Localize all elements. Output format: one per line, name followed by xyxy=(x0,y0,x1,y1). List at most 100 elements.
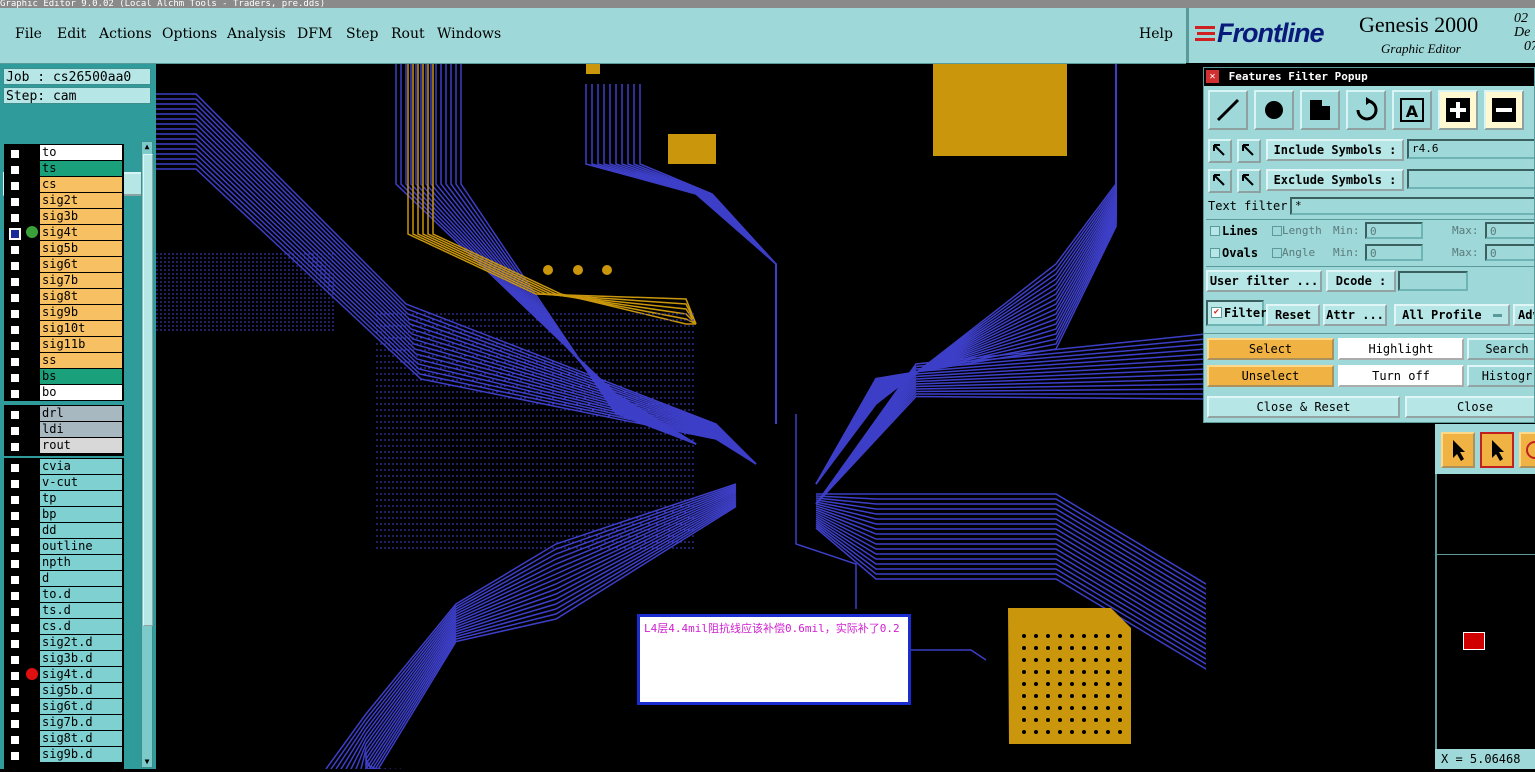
layer-row-cs[interactable]: cs xyxy=(6,177,124,193)
layer-checkbox[interactable] xyxy=(9,494,21,506)
layer-checkbox[interactable] xyxy=(9,292,21,304)
include-pick-button[interactable] xyxy=(1208,139,1232,163)
menu-dfm[interactable]: DFM xyxy=(297,26,332,42)
layer-checkbox[interactable] xyxy=(9,356,21,368)
menu-rout[interactable]: Rout xyxy=(391,26,425,42)
length-checkbox[interactable] xyxy=(1272,226,1282,236)
layer-checkbox[interactable] xyxy=(9,670,21,682)
layer-checkbox[interactable] xyxy=(9,228,21,240)
layer-name[interactable]: sig3b.d xyxy=(40,651,122,666)
layer-row-to[interactable]: to xyxy=(6,145,124,161)
surface-tool[interactable] xyxy=(1300,90,1340,130)
layer-name[interactable]: ss xyxy=(40,353,122,368)
menu-options[interactable]: Options xyxy=(162,26,217,42)
layer-row-drl[interactable]: drl xyxy=(6,406,124,422)
layer-checkbox[interactable] xyxy=(9,574,21,586)
layer-checkbox[interactable] xyxy=(9,388,21,400)
layer-name[interactable]: sig9b.d xyxy=(40,747,122,762)
all-profile-dropdown[interactable]: All Profile xyxy=(1394,304,1510,326)
menu-windows[interactable]: Windows xyxy=(437,26,501,42)
layer-checkbox[interactable] xyxy=(9,462,21,474)
layer-checkbox[interactable] xyxy=(9,425,21,437)
layer-checkbox[interactable] xyxy=(9,654,21,666)
layer-name[interactable]: sig7b xyxy=(40,273,122,288)
layer-checkbox[interactable] xyxy=(9,686,21,698)
filter-toggle[interactable]: ✔ Filter xyxy=(1206,300,1267,326)
layer-row-sig4t[interactable]: sig4t xyxy=(6,224,124,241)
layer-checkbox[interactable] xyxy=(9,340,21,352)
layer-row-sig2t[interactable]: sig2t xyxy=(6,193,124,209)
layer-checkbox[interactable] xyxy=(9,308,21,320)
layer-row-sig7b.d[interactable]: sig7b.d xyxy=(6,715,124,731)
exclude-list-button[interactable] xyxy=(1237,169,1261,193)
layer-row-sig2t.d[interactable]: sig2t.d xyxy=(6,635,124,651)
layer-name[interactable]: to.d xyxy=(40,587,122,602)
angle-checkbox[interactable] xyxy=(1272,248,1282,258)
layer-name[interactable]: sig2t.d xyxy=(40,635,122,650)
dcode-input[interactable] xyxy=(1398,271,1468,291)
menu-edit[interactable]: Edit xyxy=(57,26,86,42)
layer-checkbox[interactable] xyxy=(9,260,21,272)
layer-name[interactable]: bp xyxy=(40,507,122,522)
layer-name[interactable]: d xyxy=(40,571,122,586)
menu-analysis[interactable]: Analysis xyxy=(227,26,286,42)
layer-row-cs.d[interactable]: cs.d xyxy=(6,619,124,635)
layer-row-cvia[interactable]: cvia xyxy=(6,459,124,475)
layer-row-sig6t.d[interactable]: sig6t.d xyxy=(6,699,124,715)
layer-name[interactable]: v-cut xyxy=(40,475,122,490)
layer-name[interactable]: sig9b xyxy=(40,305,122,320)
layer-row-d[interactable]: d xyxy=(6,571,124,587)
text-filter-input[interactable]: * xyxy=(1290,197,1534,215)
layer-name[interactable]: cs xyxy=(40,177,122,192)
layer-checkbox[interactable] xyxy=(9,606,21,618)
layer-row-sig3b.d[interactable]: sig3b.d xyxy=(6,651,124,667)
layer-row-bs[interactable]: bs xyxy=(6,369,124,385)
layer-checkbox[interactable] xyxy=(9,478,21,490)
layer-row-v-cut[interactable]: v-cut xyxy=(6,475,124,491)
dcode-button[interactable]: Dcode : xyxy=(1326,270,1396,292)
layer-name[interactable]: sig4t xyxy=(39,224,123,241)
length-min-input[interactable]: 0 xyxy=(1365,222,1423,239)
advanced-button[interactable]: Adv xyxy=(1513,304,1534,326)
layer-row-sig4t.d[interactable]: sig4t.d xyxy=(6,667,124,683)
layer-checkbox[interactable] xyxy=(9,526,21,538)
layer-checkbox[interactable] xyxy=(9,244,21,256)
layer-row-tp[interactable]: tp xyxy=(6,491,124,507)
layer-checkbox[interactable] xyxy=(9,276,21,288)
layer-row-sig8t.d[interactable]: sig8t.d xyxy=(6,731,124,747)
layer-row-ldi[interactable]: ldi xyxy=(6,422,124,438)
annotation-note[interactable]: L4层4.4mil阻抗线应该补偿0.6mil，实际补了0.2 xyxy=(637,614,911,705)
arc-tool[interactable] xyxy=(1346,90,1386,130)
attr-button[interactable]: Attr ... xyxy=(1323,304,1387,326)
layer-checkbox[interactable] xyxy=(9,542,21,554)
layer-checkbox[interactable] xyxy=(9,558,21,570)
exclude-symbols-button[interactable]: Exclude Symbols : xyxy=(1266,169,1404,191)
layer-name[interactable]: sig6t xyxy=(40,257,122,272)
scroll-down-icon[interactable]: ▼ xyxy=(142,757,152,767)
layer-name[interactable]: dd xyxy=(40,523,122,538)
layer-row-ts.d[interactable]: ts.d xyxy=(6,603,124,619)
menu-actions[interactable]: Actions xyxy=(99,26,152,42)
layer-checkbox[interactable] xyxy=(9,148,21,160)
reset-button[interactable]: Reset xyxy=(1266,304,1320,326)
layer-row-rout[interactable]: rout xyxy=(6,438,124,454)
layer-name[interactable]: tp xyxy=(40,491,122,506)
layer-checkbox[interactable] xyxy=(9,718,21,730)
exclude-symbols-input[interactable] xyxy=(1407,169,1534,189)
layer-name[interactable]: sig10t xyxy=(40,321,122,336)
layer-name[interactable]: drl xyxy=(40,406,122,421)
exclude-pick-button[interactable] xyxy=(1208,169,1232,193)
layer-name[interactable]: sig2t xyxy=(40,193,122,208)
layer-row-sig5b[interactable]: sig5b xyxy=(6,241,124,257)
layer-row-ts[interactable]: ts xyxy=(6,161,124,177)
layer-name[interactable]: ldi xyxy=(40,422,122,437)
layer-name[interactable]: sig3b xyxy=(40,209,122,224)
negative-polarity-tool[interactable] xyxy=(1484,90,1524,130)
layer-checkbox[interactable] xyxy=(9,590,21,602)
scroll-thumb[interactable] xyxy=(143,154,153,626)
layer-row-sig9b.d[interactable]: sig9b.d xyxy=(6,747,124,763)
layer-name[interactable]: cvia xyxy=(40,459,122,474)
layer-name[interactable]: sig8t xyxy=(40,289,122,304)
select-button[interactable]: Select xyxy=(1207,338,1334,360)
layer-checkbox[interactable] xyxy=(9,409,21,421)
